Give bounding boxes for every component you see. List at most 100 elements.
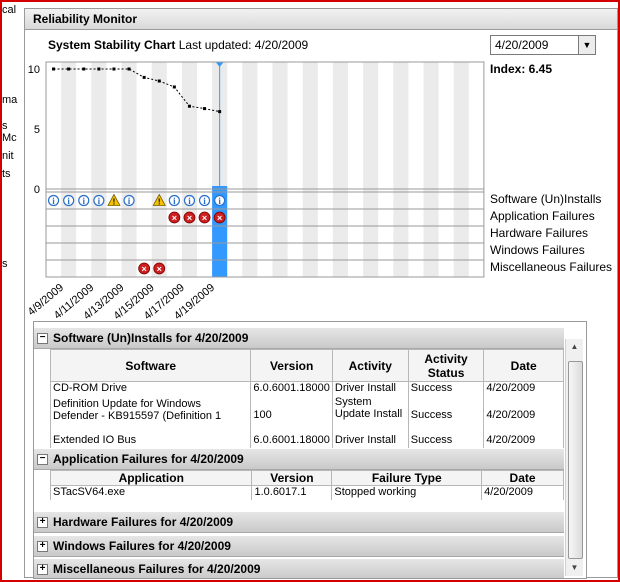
cell-activity: Driver Install — [331, 381, 409, 396]
cell-software: Extended IO Bus — [49, 433, 252, 448]
section-title[interactable]: Windows Failures for 4/20/2009 — [53, 536, 231, 556]
section-title[interactable]: Application Failures for 4/20/2009 — [53, 449, 244, 469]
chart-stripe — [423, 62, 439, 277]
stability-point — [203, 107, 207, 111]
error-glyph: × — [172, 213, 177, 223]
warning-glyph: ! — [113, 198, 116, 207]
cell-date: 4/20/2009 — [483, 395, 564, 434]
chart-stripe — [61, 62, 77, 277]
software-table: Software Version Activity Activity Statu… — [49, 349, 564, 448]
category-label: Software (Un)Installs — [490, 192, 602, 206]
expand-icon[interactable]: + — [37, 564, 48, 575]
cell-status: Success — [407, 433, 485, 448]
table-header-row: Application Version Failure Type Date — [49, 470, 564, 486]
chart-stripe — [181, 62, 197, 277]
scrollbar-thumb[interactable] — [568, 361, 583, 559]
app-failures-table: Application Version Failure Type Date ST… — [49, 470, 564, 500]
expand-icon[interactable]: + — [37, 541, 48, 552]
cell-version: 6.0.6001.18000 — [250, 433, 333, 448]
chart-stripe — [363, 62, 379, 277]
category-label: Hardware Failures — [490, 226, 589, 240]
chart-stripe — [121, 62, 137, 277]
stability-point — [112, 67, 116, 71]
column-header[interactable]: Version — [251, 470, 333, 486]
section-title[interactable]: Hardware Failures for 4/20/2009 — [53, 512, 233, 532]
section-header-hardware[interactable]: + Hardware Failures for 4/20/2009 — [34, 512, 564, 533]
collapse-icon[interactable]: − — [37, 454, 48, 465]
stability-point — [187, 104, 191, 108]
section-title[interactable]: Software (Un)Installs for 4/20/2009 — [53, 328, 248, 348]
chart-stripe — [332, 62, 348, 277]
chart-stripe — [302, 62, 318, 277]
column-header[interactable]: Version — [250, 349, 333, 382]
stability-point — [52, 67, 56, 71]
column-header[interactable]: Failure Type — [331, 470, 483, 486]
category-label: Windows Failures — [490, 243, 585, 257]
chart-stripe — [91, 62, 107, 277]
left-navigation-pane[interactable]: cal ma s Mc nit ts s — [2, 2, 20, 576]
cell-version: 100 — [250, 395, 333, 434]
chart-stripe — [393, 62, 409, 277]
error-glyph: × — [202, 213, 207, 223]
cell-date: 4/20/2009 — [483, 381, 564, 396]
reliability-monitor-panel: Reliability Monitor System Stability Cha… — [24, 8, 618, 579]
cell-software: Definition Update for Windows Defender -… — [49, 395, 252, 434]
cell-software: CD-ROM Drive — [49, 381, 252, 396]
section-header-misc[interactable]: + Miscellaneous Failures for 4/20/2009 — [34, 559, 564, 578]
column-header[interactable]: Date — [483, 349, 564, 382]
nav-text-fragment[interactable]: cal — [2, 4, 16, 16]
cell-date: 4/20/2009 — [481, 485, 564, 500]
cell-activity: System Update Install — [331, 395, 409, 434]
cell-version: 1.0.6017.1 — [251, 485, 333, 500]
cell-failure-type: Stopped working — [331, 485, 483, 500]
stability-point — [127, 67, 131, 71]
nav-text-fragment[interactable]: nit — [2, 150, 14, 162]
section-title[interactable]: Miscellaneous Failures for 4/20/2009 — [53, 559, 260, 578]
nav-text-fragment[interactable]: ts — [2, 168, 11, 180]
cell-application: STacSV64.exe — [49, 485, 253, 500]
nav-text-fragment[interactable]: Mc — [2, 132, 17, 144]
expand-icon[interactable]: + — [37, 517, 48, 528]
table-row[interactable]: Extended IO Bus 6.0.6001.18000 Driver In… — [49, 433, 564, 448]
chart-stripe — [151, 62, 167, 277]
cell-activity: Driver Install — [331, 433, 409, 448]
stability-point — [97, 67, 101, 71]
nav-text-fragment[interactable]: ma — [2, 94, 17, 106]
scroll-up-icon[interactable]: ▲ — [566, 339, 583, 355]
column-header[interactable]: Activity — [331, 349, 409, 382]
column-header[interactable]: Date — [481, 470, 564, 486]
error-glyph: × — [157, 264, 162, 274]
error-glyph: × — [217, 213, 222, 223]
scroll-down-icon[interactable]: ▼ — [566, 560, 583, 576]
nav-text-fragment[interactable]: s — [2, 258, 8, 270]
section-header-app-failures[interactable]: − Application Failures for 4/20/2009 — [34, 449, 564, 470]
collapse-icon[interactable]: − — [37, 333, 48, 344]
cell-date: 4/20/2009 — [483, 433, 564, 448]
cell-status: Success — [407, 395, 485, 434]
stability-point — [172, 85, 176, 89]
details-panel: − Software (Un)Installs for 4/20/2009 So… — [33, 321, 587, 579]
table-row[interactable]: STacSV64.exe 1.0.6017.1 Stopped working … — [49, 485, 564, 500]
details-scrollbar[interactable]: ▲ ▼ — [565, 339, 583, 576]
section-header-software[interactable]: − Software (Un)Installs for 4/20/2009 — [34, 328, 564, 349]
column-header[interactable]: Application — [49, 470, 253, 486]
stability-point — [142, 75, 146, 79]
y-tick-label: 5 — [34, 124, 40, 136]
stability-point — [157, 79, 161, 83]
stability-point — [67, 67, 71, 71]
column-header[interactable]: Activity Status — [407, 349, 485, 382]
cell-status: Success — [407, 381, 485, 396]
category-label: Application Failures — [490, 209, 595, 223]
column-header[interactable]: Software — [49, 349, 252, 382]
warning-glyph: ! — [158, 198, 161, 207]
section-header-windows[interactable]: + Windows Failures for 4/20/2009 — [34, 536, 564, 557]
table-row[interactable]: Definition Update for Windows Defender -… — [49, 395, 564, 434]
table-row[interactable]: CD-ROM Drive 6.0.6001.18000 Driver Insta… — [49, 381, 564, 396]
y-tick-label: 10 — [28, 64, 40, 76]
error-glyph: × — [142, 264, 147, 274]
error-glyph: × — [187, 213, 192, 223]
stability-point — [218, 110, 222, 114]
chart-border — [45, 61, 485, 278]
nav-text-fragment[interactable]: s — [2, 120, 8, 132]
stability-point — [82, 67, 86, 71]
